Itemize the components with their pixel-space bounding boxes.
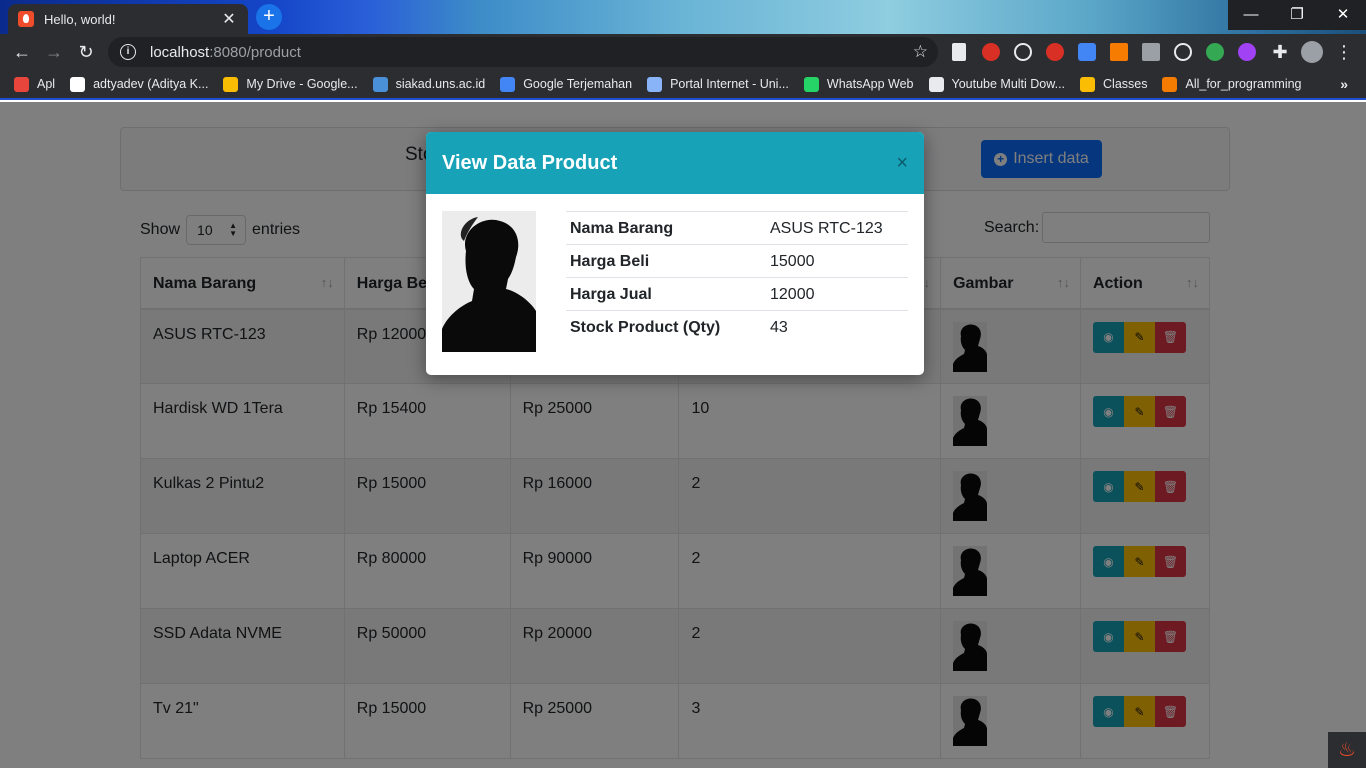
url-host: localhost [150,43,210,61]
detail-row: Harga Beli 15000 [566,244,908,278]
bookmark-item[interactable]: siakad.uns.ac.id [372,76,486,92]
bookmark-item[interactable]: Portal Internet - Uni... [647,76,789,92]
red-extension-icon[interactable] [1046,43,1064,61]
bookmark-label: Portal Internet - Uni... [670,77,789,91]
bookmark-item[interactable]: Google Terjemahan [500,76,633,92]
detail-row: Harga Jual 12000 [566,277,908,311]
bookmark-label: All_for_programming [1185,77,1302,91]
bookmark-icon [70,76,86,92]
green-extension-icon[interactable] [1206,43,1224,61]
document-extension-icon[interactable] [952,43,966,61]
bookmark-label: siakad.uns.ac.id [395,77,486,91]
modal-title: View Data Product [442,152,618,174]
bookmark-item[interactable]: Classes [1080,76,1148,92]
detail-label: Stock Product (Qty) [566,310,766,344]
adblock-extension-icon[interactable] [982,43,1000,61]
menu-dots-icon[interactable]: ⋮ [1332,40,1356,64]
browser-toolbar: ← → ↻ i localhost:8080/product ☆ ✚ ⋮ [0,34,1366,70]
address-bar[interactable]: i localhost:8080/product ☆ [108,37,938,67]
back-icon[interactable]: ← [10,40,34,64]
bookmark-star-icon[interactable]: ☆ [913,42,928,62]
drive-extension-icon[interactable] [1142,43,1160,61]
reload-icon[interactable]: ↻ [74,40,98,64]
circle-extension-icon[interactable] [1174,43,1192,61]
bookmark-label: Google Terjemahan [523,77,633,91]
bookmark-icon [223,76,239,92]
view-product-modal: View Data Product × Nama Barang ASUS RTC-… [426,132,924,375]
detail-row: Stock Product (Qty) 43 [566,310,908,344]
restore-button[interactable]: ❐ [1274,0,1320,30]
profile-avatar[interactable] [1301,41,1323,63]
tab-title: Hello, world! [44,11,116,27]
close-window-button[interactable]: ✕ [1320,0,1366,30]
bookmark-icon [928,76,944,92]
bookmark-icon [1162,76,1178,92]
detail-row: Nama Barang ASUS RTC-123 [566,211,908,245]
close-icon[interactable]: × [896,152,908,175]
browser-tab[interactable]: Hello, world! ✕ [8,4,248,34]
product-detail-table: Nama Barang ASUS RTC-123 Harga Beli 15000 Ha… [566,211,908,344]
bookmark-icon [803,76,819,92]
detail-value: 12000 [766,277,908,311]
purple-extension-icon[interactable] [1238,43,1256,61]
bookmark-item[interactable]: adtyadev (Aditya K... [70,76,209,92]
react-extension-icon[interactable] [1014,43,1032,61]
bookmark-label: Youtube Multi Dow... [951,77,1066,91]
bookmark-label: WhatsApp Web [826,77,914,91]
puzzle-extensions-icon[interactable]: ✚ [1268,40,1292,64]
bookmark-item[interactable]: Apl [14,76,56,92]
bookmark-label: adtyadev (Aditya K... [93,77,209,91]
bookmark-label: My Drive - Google... [246,77,358,91]
audio-extension-icon[interactable] [1110,43,1128,61]
forward-icon[interactable]: → [42,40,66,64]
bookmark-item[interactable]: My Drive - Google... [223,76,358,92]
tab-close-icon[interactable]: ✕ [220,9,238,29]
bookmark-icon [372,76,388,92]
new-tab-button[interactable]: + [256,4,282,30]
detail-value: ASUS RTC-123 [766,211,908,245]
bookmark-item[interactable]: WhatsApp Web [803,76,914,92]
codeigniter-debug-icon[interactable]: ♨ [1328,732,1366,768]
minimize-button[interactable]: — [1228,0,1274,30]
bookmark-label: Apl [37,77,56,91]
codeigniter-icon [18,11,34,27]
detail-label: Nama Barang [566,211,766,245]
bookmark-item[interactable]: All_for_programming [1162,76,1302,92]
product-photo [442,211,536,352]
modal-header: View Data Product × [426,132,924,194]
detail-label: Harga Jual [566,277,766,311]
browser-tab-strip: Hello, world! ✕ + — ❐ ✕ [0,0,1366,34]
bookmark-label: Classes [1103,77,1148,91]
bookmark-item[interactable]: Youtube Multi Dow... [928,76,1066,92]
info-icon[interactable]: i [120,44,136,60]
bookmarks-bar: Apl adtyadev (Aditya K... My Drive - Googl… [0,70,1366,100]
bookmark-icon [1080,76,1096,92]
translate-extension-icon[interactable] [1078,43,1096,61]
url-path: :8080/product [209,43,301,61]
bookmarks-overflow-icon[interactable]: » [1340,76,1348,92]
detail-value: 15000 [766,244,908,278]
detail-value: 43 [766,310,908,344]
bookmark-icon [500,76,516,92]
bookmark-icon [14,76,29,92]
detail-label: Harga Beli [566,244,766,278]
bookmark-icon [647,76,663,92]
